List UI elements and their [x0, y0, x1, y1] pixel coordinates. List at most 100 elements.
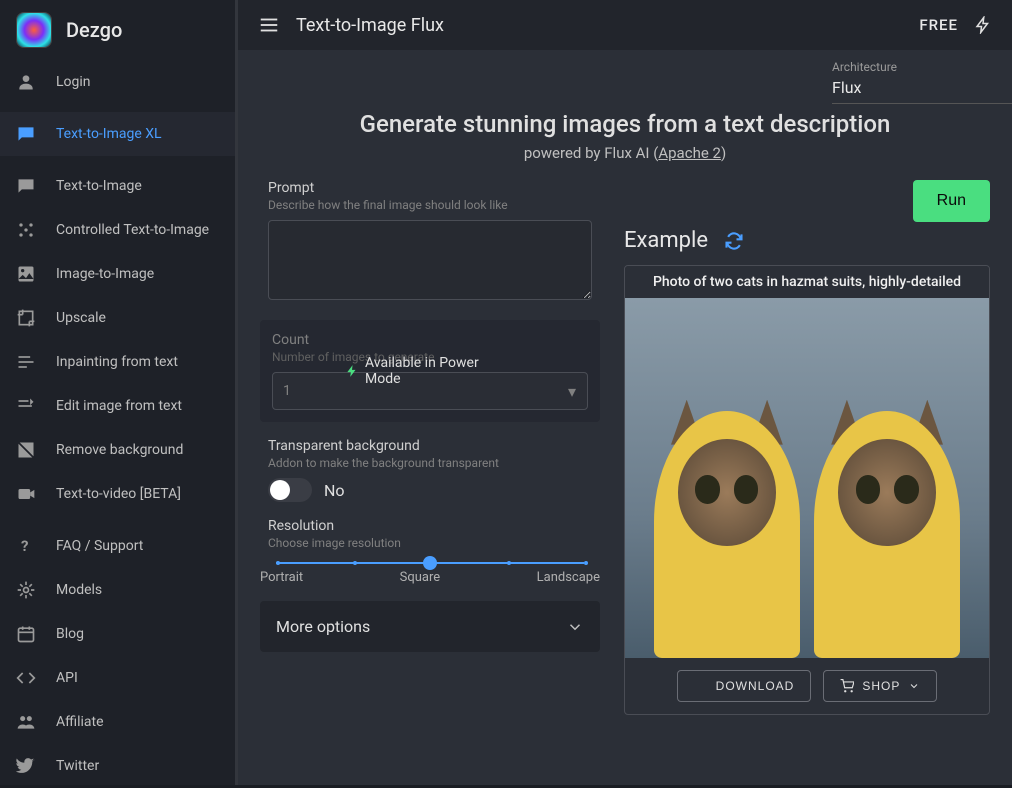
sidebar-item-label: Text-to-Image XL: [56, 126, 162, 142]
sidebar-item-label: Text-to-video [BETA]: [56, 486, 181, 502]
bolt-icon[interactable]: [974, 16, 992, 34]
shop-button[interactable]: SHOP: [823, 670, 937, 702]
list-icon: [16, 352, 36, 372]
sidebar-item-label: Blog: [56, 626, 84, 642]
resolution-field: Resolution Choose image resolution Portr…: [260, 518, 600, 585]
example-title: Example: [624, 228, 708, 253]
sidebar: Dezgo Login Text-to-Image XL Text-to-Ima…: [0, 0, 238, 785]
crop-icon: [16, 308, 36, 328]
resolution-slider[interactable]: [276, 562, 584, 564]
user-icon: [16, 72, 36, 92]
example-card: Photo of two cats in hazmat suits, highl…: [624, 265, 990, 715]
run-button[interactable]: Run: [913, 180, 990, 222]
image-icon: [16, 264, 36, 284]
form-column: Prompt Describe how the final image shou…: [260, 180, 600, 715]
count-label: Count: [272, 332, 588, 348]
sidebar-item-label: Affiliate: [56, 714, 104, 730]
transparent-value: No: [324, 481, 345, 500]
sidebar-item-label: FAQ / Support: [56, 538, 143, 554]
sidebar-item-text-to-image-xl[interactable]: Text-to-Image XL: [0, 112, 235, 156]
sidebar-item-label: Inpainting from text: [56, 354, 178, 370]
video-icon: [16, 484, 36, 504]
sidebar-login[interactable]: Login: [0, 60, 235, 104]
sidebar-item-faq[interactable]: ? FAQ / Support: [0, 524, 235, 568]
sidebar-item-blog[interactable]: Blog: [0, 612, 235, 656]
sidebar-item-remove-bg[interactable]: Remove background: [0, 428, 235, 472]
sidebar-item-label: Upscale: [56, 310, 106, 326]
sidebar-item-label: Models: [56, 582, 102, 598]
download-icon: [694, 679, 708, 693]
remove-bg-icon: [16, 440, 36, 460]
sidebar-item-edit-image[interactable]: Edit image from text: [0, 384, 235, 428]
hero: Generate stunning images from a text des…: [260, 110, 990, 162]
count-field: Count Number of images to generate 1 Ava…: [260, 320, 600, 422]
chevron-down-icon: [908, 680, 920, 692]
architecture-field[interactable]: Architecture Flux: [832, 60, 1012, 104]
architecture-label: Architecture: [832, 60, 996, 74]
main: Text-to-Image Flux FREE Architecture Flu…: [238, 0, 1012, 785]
resolution-hint: Choose image resolution: [268, 536, 592, 550]
sidebar-item-label: Edit image from text: [56, 398, 182, 414]
sidebar-item-label: Image-to-Image: [56, 266, 154, 282]
slider-thumb[interactable]: [423, 556, 437, 570]
sidebar-item-image-to-image[interactable]: Image-to-Image: [0, 252, 235, 296]
sidebar-item-label: Text-to-Image: [56, 178, 142, 194]
prompt-hint: Describe how the final image should look…: [268, 198, 592, 212]
architecture-value: Flux: [832, 78, 996, 97]
sidebar-item-label: Controlled Text-to-Image: [56, 222, 209, 238]
brand-logo: [16, 12, 52, 48]
code-icon: [16, 668, 36, 688]
cart-icon: [840, 679, 854, 693]
brand-name: Dezgo: [66, 18, 122, 42]
resolution-option: Portrait: [260, 570, 303, 585]
page-title: Text-to-Image Flux: [296, 15, 903, 36]
example-image[interactable]: [625, 298, 989, 658]
login-label: Login: [56, 74, 91, 90]
sidebar-item-text-to-video[interactable]: Text-to-video [BETA]: [0, 472, 235, 516]
transparent-field: Transparent background Addon to make the…: [260, 438, 600, 502]
sidebar-item-models[interactable]: Models: [0, 568, 235, 612]
more-options-label: More options: [276, 617, 370, 636]
prompt-input[interactable]: [268, 220, 592, 300]
count-select[interactable]: 1: [272, 372, 588, 410]
hero-heading: Generate stunning images from a text des…: [260, 110, 990, 138]
edit-icon: [16, 396, 36, 416]
calendar-icon: [16, 624, 36, 644]
free-label: FREE: [919, 16, 958, 34]
transparent-hint: Addon to make the background transparent: [268, 456, 592, 470]
transparent-toggle[interactable]: [268, 478, 312, 502]
models-icon: [16, 580, 36, 600]
sidebar-item-controlled[interactable]: Controlled Text-to-Image: [0, 208, 235, 252]
help-icon: ?: [16, 536, 36, 556]
content: Architecture Flux Generate stunning imag…: [238, 50, 1012, 785]
chevron-down-icon: [566, 618, 584, 636]
transparent-label: Transparent background: [268, 438, 592, 454]
sidebar-item-label: Remove background: [56, 442, 183, 458]
controls-icon: [16, 220, 36, 240]
sidebar-item-twitter[interactable]: Twitter: [0, 744, 235, 788]
group-icon: [16, 712, 36, 732]
download-button[interactable]: DOWNLOAD: [677, 670, 812, 702]
refresh-icon[interactable]: [724, 231, 744, 251]
sidebar-item-api[interactable]: API: [0, 656, 235, 700]
sidebar-item-label: Twitter: [56, 758, 99, 774]
resolution-option: Landscape: [537, 570, 600, 585]
svg-text:?: ?: [21, 537, 28, 555]
count-hint: Number of images to generate: [272, 350, 588, 364]
example-caption: Photo of two cats in hazmat suits, highl…: [625, 266, 989, 298]
brand[interactable]: Dezgo: [0, 0, 235, 60]
message-icon: [16, 124, 36, 144]
twitter-icon: [16, 756, 36, 776]
sidebar-item-affiliate[interactable]: Affiliate: [0, 700, 235, 744]
license-link[interactable]: Apache 2: [658, 144, 721, 162]
sidebar-item-upscale[interactable]: Upscale: [0, 296, 235, 340]
hero-subtext: powered by Flux AI (Apache 2): [260, 144, 990, 162]
sidebar-item-label: API: [56, 670, 78, 686]
sidebar-item-text-to-image[interactable]: Text-to-Image: [0, 164, 235, 208]
topbar: Text-to-Image Flux FREE: [238, 0, 1012, 50]
more-options-button[interactable]: More options: [260, 601, 600, 652]
sidebar-item-inpainting[interactable]: Inpainting from text: [0, 340, 235, 384]
message-icon: [16, 176, 36, 196]
resolution-label: Resolution: [268, 518, 592, 534]
hamburger-icon[interactable]: [258, 14, 280, 36]
